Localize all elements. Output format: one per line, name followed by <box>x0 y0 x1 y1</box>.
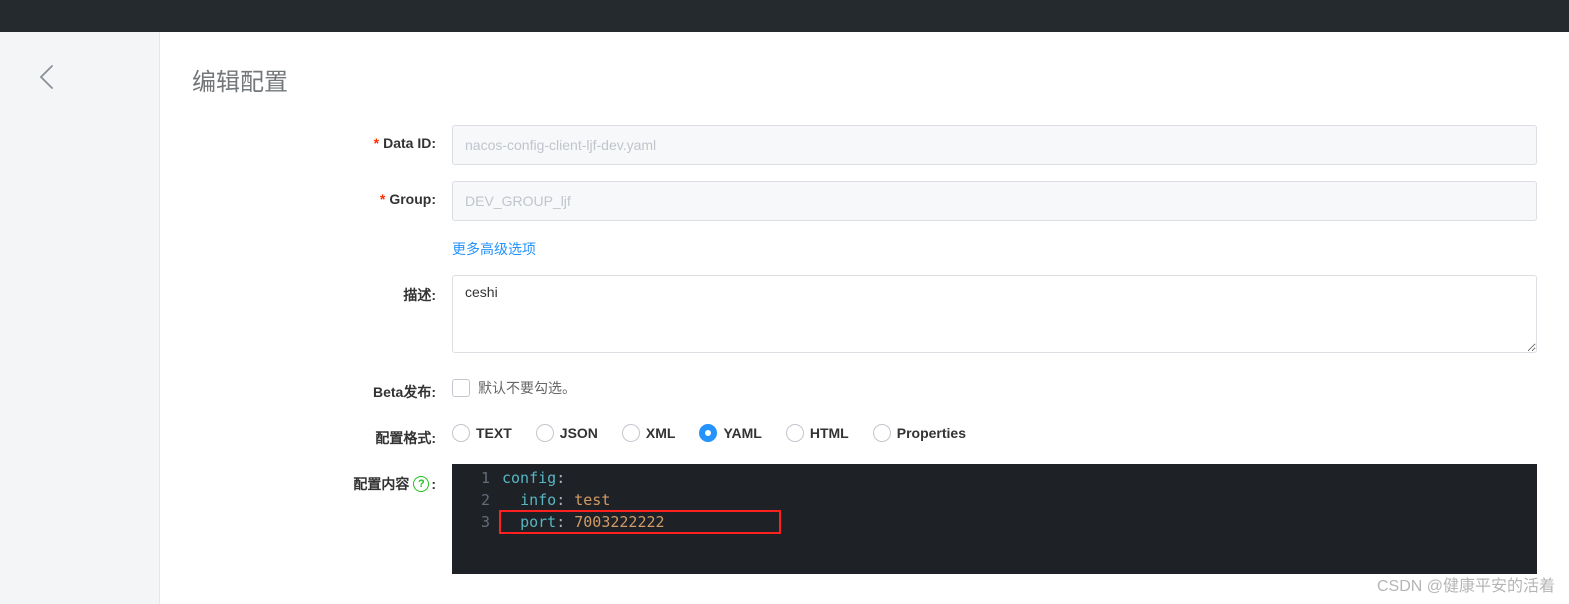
format-radio-json[interactable]: JSON <box>536 424 598 442</box>
beta-hint: 默认不要勾选。 <box>478 378 576 398</box>
radio-label: JSON <box>560 425 598 441</box>
chevron-left-icon <box>38 64 56 90</box>
radio-label: TEXT <box>476 425 512 441</box>
format-label: 配置格式: <box>160 418 452 448</box>
left-sidebar <box>0 32 160 604</box>
radio-label: Properties <box>897 425 966 441</box>
format-radio-properties[interactable]: Properties <box>873 424 966 442</box>
line-number: 2 <box>452 489 490 511</box>
top-header-bar <box>0 0 1569 32</box>
radio-icon <box>873 424 891 442</box>
format-radio-text[interactable]: TEXT <box>452 424 512 442</box>
beta-label: Beta发布: <box>160 372 452 402</box>
code-line: config: <box>502 467 1537 489</box>
radio-label: YAML <box>723 425 761 441</box>
data-id-input[interactable] <box>452 125 1537 165</box>
format-radio-html[interactable]: HTML <box>786 424 849 442</box>
advanced-options-link[interactable]: 更多高级选项 <box>452 237 536 259</box>
page-title: 编辑配置 <box>160 32 1569 125</box>
description-label: 描述: <box>160 275 452 305</box>
main-content: 编辑配置 *Data ID: *Group: 更多高级选项 描述: <box>160 32 1569 604</box>
group-label: *Group: <box>160 181 452 207</box>
code-line: info: test <box>502 489 1537 511</box>
group-input[interactable] <box>452 181 1537 221</box>
radio-label: XML <box>646 425 676 441</box>
format-radio-yaml[interactable]: YAML <box>699 424 761 442</box>
back-button[interactable] <box>38 64 56 93</box>
beta-checkbox[interactable] <box>452 379 470 397</box>
radio-label: HTML <box>810 425 849 441</box>
code-editor[interactable]: 123 config: info: test port: 7003222222 <box>452 464 1537 574</box>
radio-icon <box>786 424 804 442</box>
line-number: 3 <box>452 511 490 533</box>
radio-icon <box>622 424 640 442</box>
radio-icon <box>452 424 470 442</box>
radio-icon <box>536 424 554 442</box>
line-number: 1 <box>452 467 490 489</box>
code-line: port: 7003222222 <box>502 511 1537 533</box>
description-textarea[interactable] <box>452 275 1537 353</box>
radio-icon <box>699 424 717 442</box>
help-icon[interactable]: ? <box>413 476 429 492</box>
content-label: 配置内容 ? : <box>160 464 452 494</box>
format-radio-xml[interactable]: XML <box>622 424 676 442</box>
data-id-label: *Data ID: <box>160 125 452 151</box>
